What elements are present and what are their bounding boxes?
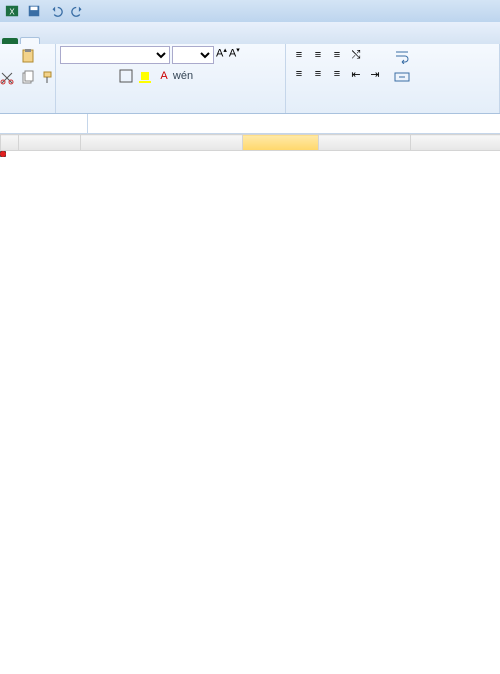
align-top-icon[interactable]: ≡ xyxy=(290,46,308,64)
border-icon[interactable] xyxy=(117,67,135,85)
shrink-font-icon[interactable]: A▾ xyxy=(229,46,240,64)
name-box[interactable] xyxy=(0,114,88,133)
align-bottom-icon[interactable]: ≡ xyxy=(328,46,346,64)
group-font-label xyxy=(60,110,281,111)
col-header-E[interactable] xyxy=(411,135,500,151)
group-align-label xyxy=(290,110,495,111)
wrap-text-button[interactable] xyxy=(392,46,415,66)
paste-icon[interactable] xyxy=(18,46,38,66)
merge-icon xyxy=(392,67,412,87)
merge-center-button[interactable] xyxy=(392,67,415,87)
select-all-corner[interactable] xyxy=(1,135,19,151)
italic-button[interactable] xyxy=(79,67,97,85)
save-icon[interactable] xyxy=(24,2,44,20)
cut-icon[interactable] xyxy=(0,68,17,88)
col-header-B[interactable] xyxy=(81,135,243,151)
font-color-icon[interactable]: A xyxy=(155,67,173,85)
selection-outline xyxy=(0,151,6,157)
tab-home[interactable] xyxy=(20,37,40,44)
underline-button[interactable] xyxy=(98,67,116,85)
col-header-A[interactable] xyxy=(19,135,81,151)
formula-input[interactable] xyxy=(112,122,500,126)
ribbon: A▴ A▾ A wén ≡ ≡ ≡ ⤭ xyxy=(0,44,500,114)
align-center-icon[interactable]: ≡ xyxy=(309,65,327,83)
align-right-icon[interactable]: ≡ xyxy=(328,65,346,83)
indent-inc-icon[interactable]: ⇥ xyxy=(366,65,384,83)
ribbon-tabs xyxy=(0,22,500,44)
quick-access-toolbar: X xyxy=(0,0,500,22)
font-size-select[interactable] xyxy=(172,46,214,64)
redo-icon[interactable] xyxy=(68,2,88,20)
align-left-icon[interactable]: ≡ xyxy=(290,65,308,83)
excel-icon: X xyxy=(2,2,22,20)
grow-font-icon[interactable]: A▴ xyxy=(216,46,227,64)
formula-bar xyxy=(0,114,500,134)
bold-button[interactable] xyxy=(60,67,78,85)
worksheet-grid[interactable] xyxy=(0,134,500,151)
fill-color-icon[interactable] xyxy=(136,67,154,85)
svg-text:X: X xyxy=(9,8,15,17)
copy-icon[interactable] xyxy=(18,68,38,88)
qat-dropdown-icon[interactable] xyxy=(90,2,110,20)
indent-dec-icon[interactable]: ⇤ xyxy=(347,65,365,83)
wrap-icon xyxy=(392,46,412,66)
group-clipboard-label xyxy=(4,110,51,111)
undo-icon[interactable] xyxy=(46,2,66,20)
align-middle-icon[interactable]: ≡ xyxy=(309,46,327,64)
col-header-C[interactable] xyxy=(243,135,319,151)
font-name-select[interactable] xyxy=(60,46,170,64)
col-header-D[interactable] xyxy=(319,135,411,151)
orientation-icon[interactable]: ⤭ xyxy=(347,46,365,64)
phonetic-icon[interactable]: wén xyxy=(174,67,192,85)
annotation-circle xyxy=(0,151,6,157)
